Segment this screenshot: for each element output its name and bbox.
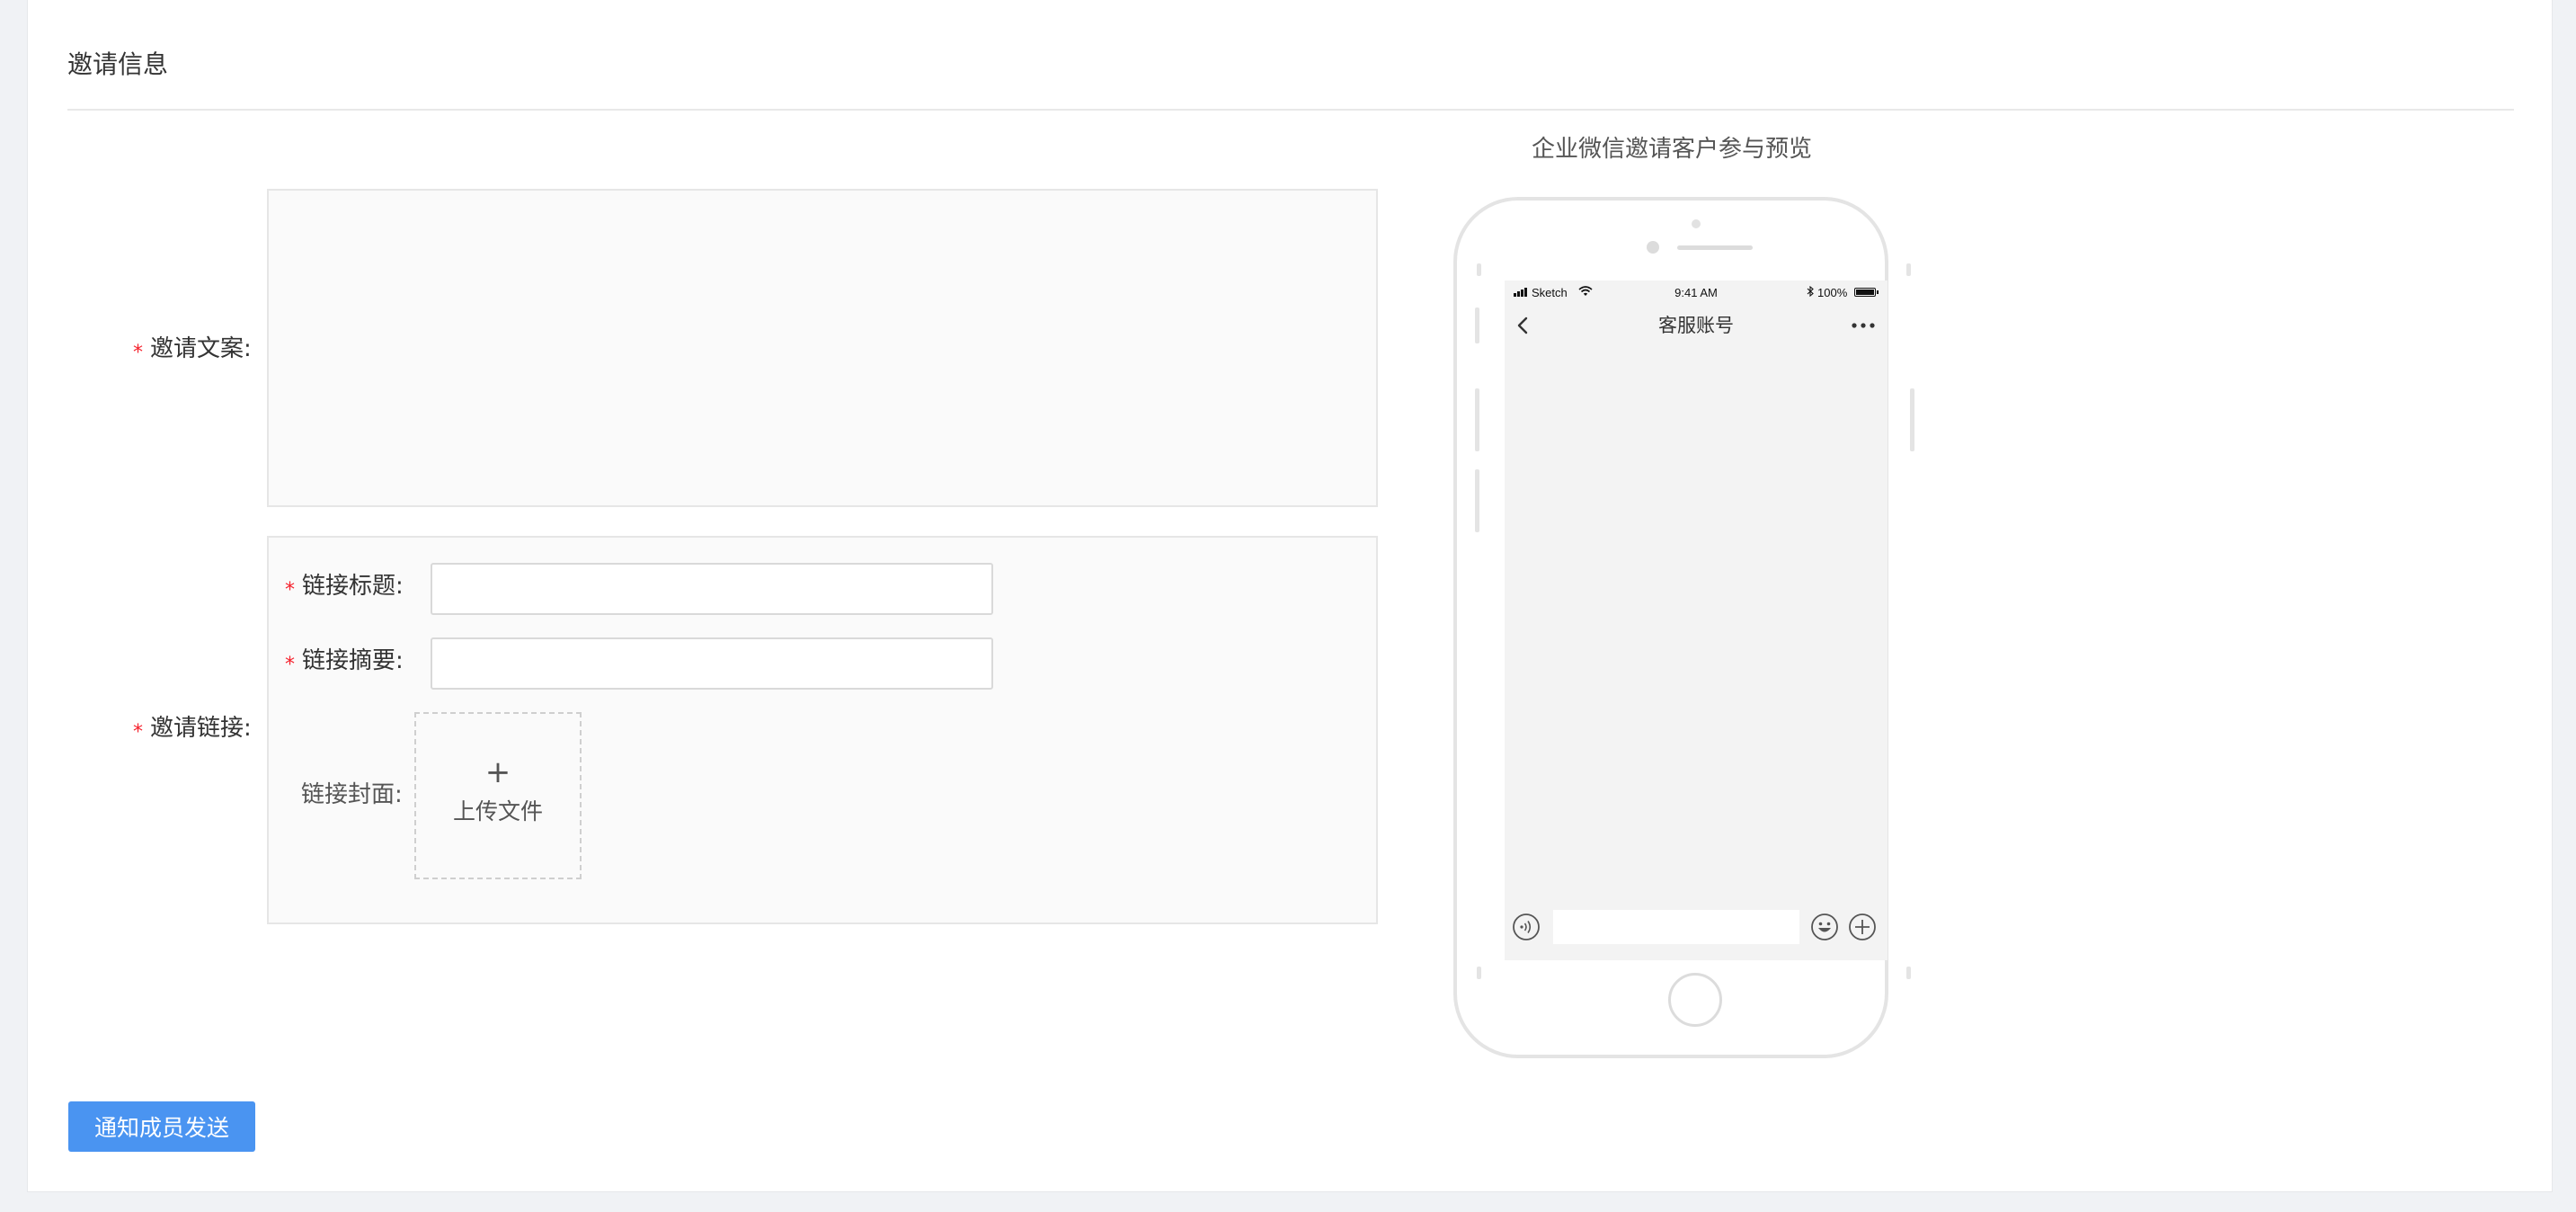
invite-link-panel: * 链接标题: * 链接摘要: 链接封面: + 上传文件 bbox=[267, 536, 1378, 924]
chat-input-bar bbox=[1505, 906, 1888, 948]
invite-copy-label-text: 邀请文案: bbox=[150, 335, 252, 362]
invite-link-label-text: 邀请链接: bbox=[150, 715, 252, 742]
phone-mute-switch bbox=[1475, 307, 1479, 343]
status-bar: Sketch 9:41 AM 100% bbox=[1505, 281, 1888, 306]
link-summary-label-text: 链接摘要: bbox=[302, 647, 404, 674]
invite-info-card: 邀请信息 * 邀请文案: * 邀请链接: * 链接标题: * 链接摘要: 链接封面: +… bbox=[27, 0, 2553, 1192]
phone-screen: Sketch 9:41 AM 100% 客服账号 bbox=[1505, 281, 1888, 960]
upload-cover-button[interactable]: + 上传文件 bbox=[414, 712, 582, 879]
emoji-icon[interactable] bbox=[1810, 913, 1839, 941]
link-title-label: * 链接标题: bbox=[285, 570, 404, 604]
phone-side-marker bbox=[1906, 967, 1911, 979]
required-mark: * bbox=[285, 579, 295, 602]
phone-power-button bbox=[1910, 388, 1914, 451]
required-mark: * bbox=[133, 721, 143, 744]
link-cover-label: 链接封面: bbox=[301, 781, 403, 808]
invite-link-label: * 邀请链接: bbox=[133, 712, 252, 746]
battery-icon bbox=[1854, 288, 1876, 297]
link-summary-input[interactable] bbox=[431, 637, 993, 690]
more-icon[interactable] bbox=[1850, 320, 1877, 331]
phone-home-button bbox=[1668, 973, 1722, 1027]
chat-message-input[interactable] bbox=[1553, 910, 1799, 944]
phone-speaker bbox=[1677, 245, 1753, 250]
bluetooth-icon bbox=[1807, 286, 1814, 297]
phone-camera bbox=[1647, 241, 1659, 254]
invite-copy-textarea[interactable] bbox=[267, 189, 1378, 507]
notify-members-send-button[interactable]: 通知成员发送 bbox=[68, 1101, 255, 1152]
battery-percent: 100% bbox=[1817, 286, 1848, 299]
upload-text: 上传文件 bbox=[452, 798, 543, 824]
required-mark: * bbox=[133, 342, 143, 364]
phone-volume-down bbox=[1475, 469, 1479, 532]
phone-side-marker bbox=[1477, 263, 1481, 276]
chat-nav-bar: 客服账号 bbox=[1505, 306, 1888, 345]
chat-title: 客服账号 bbox=[1658, 315, 1734, 336]
section-title: 邀请信息 bbox=[67, 49, 169, 79]
section-divider bbox=[67, 109, 2514, 111]
plus-icon: + bbox=[484, 754, 511, 790]
link-title-label-text: 链接标题: bbox=[302, 573, 404, 600]
battery-cap bbox=[1877, 290, 1879, 294]
required-mark: * bbox=[285, 654, 295, 676]
invite-copy-label: * 邀请文案: bbox=[133, 333, 252, 367]
phone-volume-up bbox=[1475, 388, 1479, 451]
voice-icon[interactable] bbox=[1512, 913, 1541, 941]
phone-side-marker bbox=[1906, 263, 1911, 276]
add-icon[interactable] bbox=[1848, 913, 1877, 941]
phone-side-marker bbox=[1477, 967, 1481, 979]
link-summary-label: * 链接摘要: bbox=[285, 645, 404, 679]
link-title-input[interactable] bbox=[431, 563, 993, 615]
phone-sensor bbox=[1692, 219, 1701, 228]
preview-title: 企业微信邀请客户参与预览 bbox=[1531, 136, 1812, 163]
